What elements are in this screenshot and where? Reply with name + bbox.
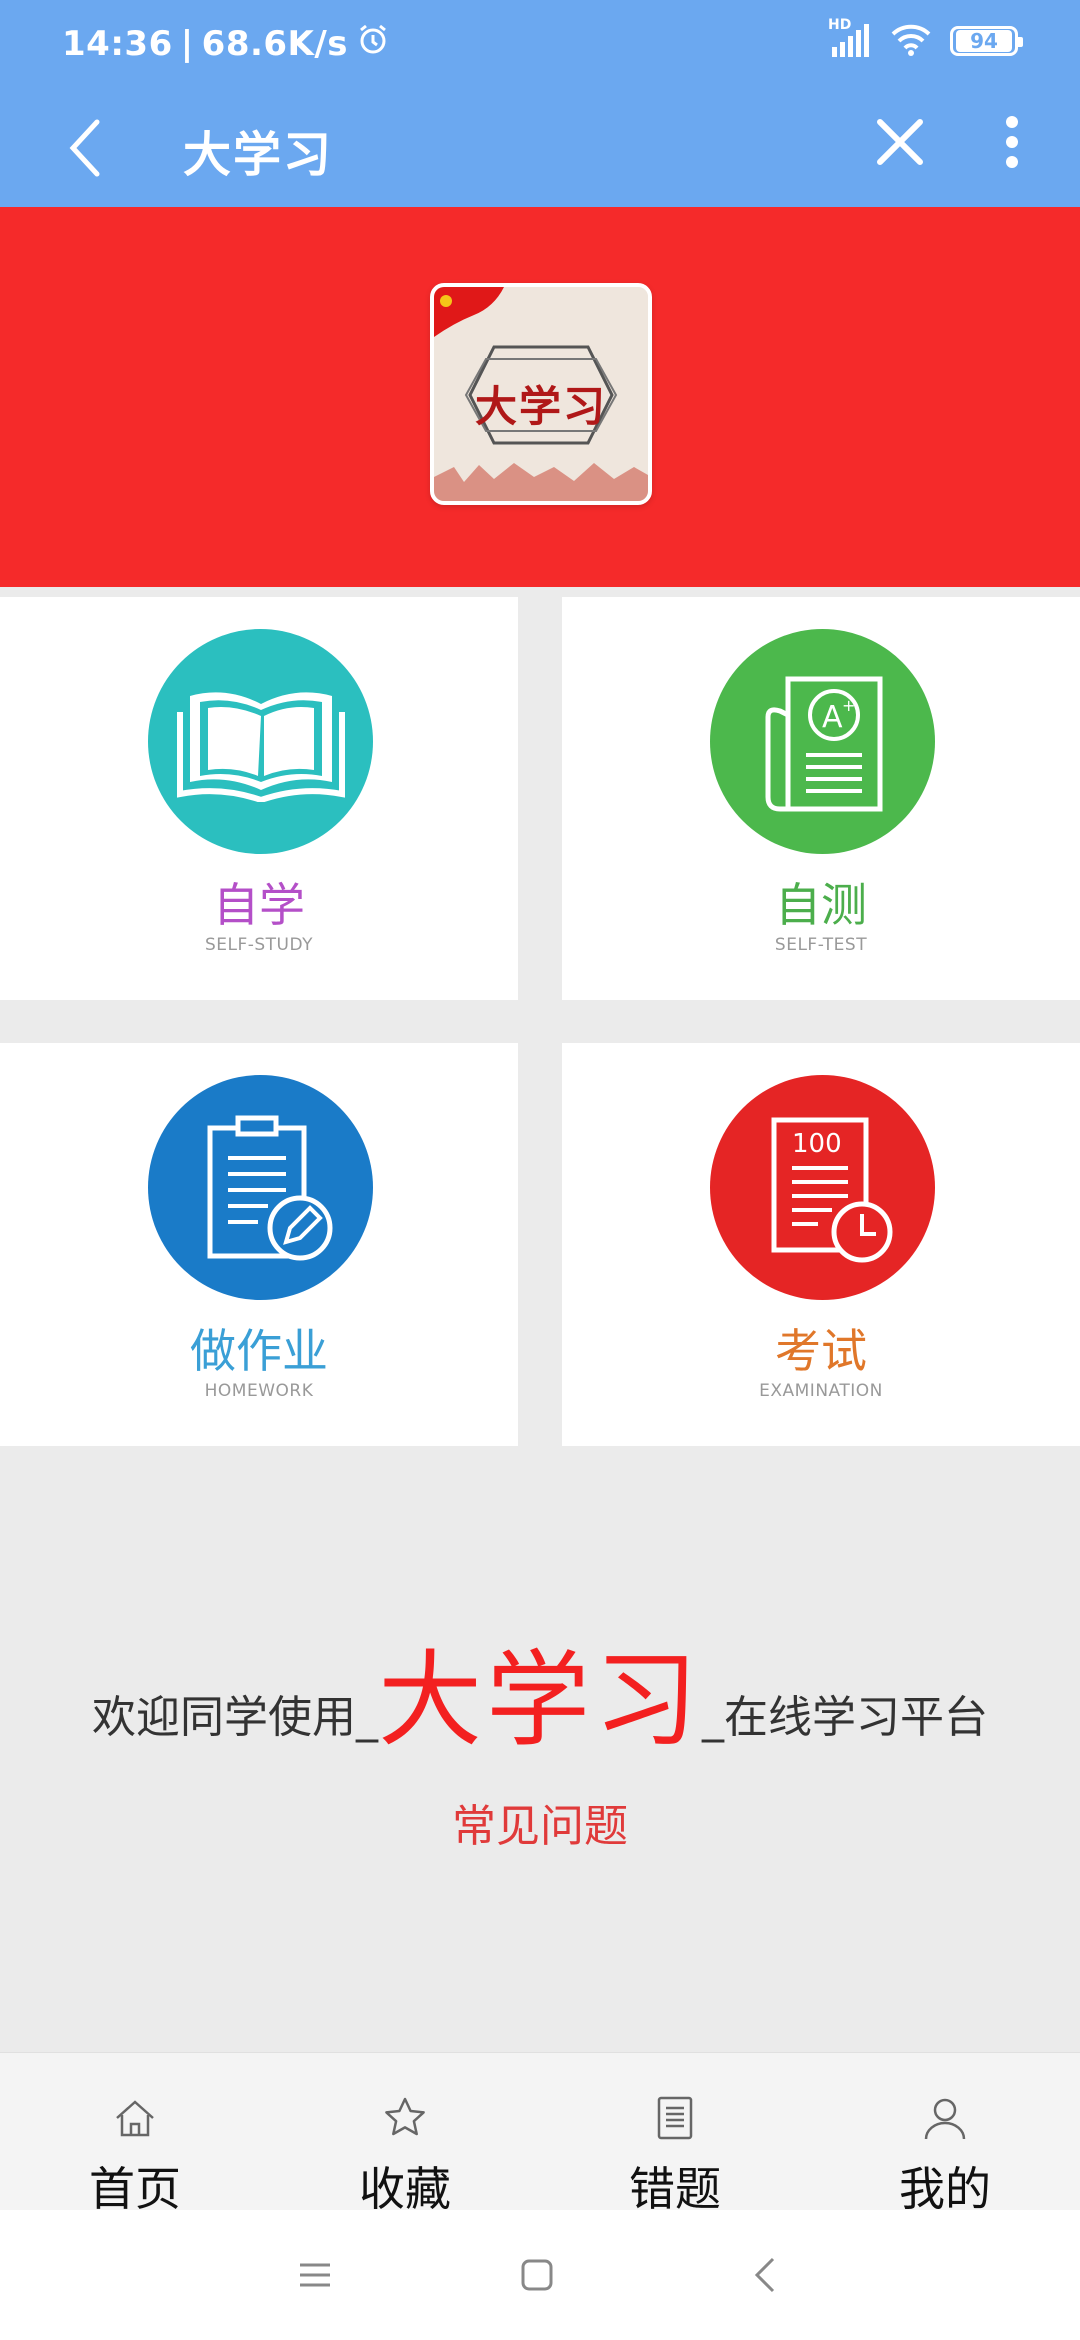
more-vertical-icon — [1006, 116, 1018, 168]
welcome-brand: 大学习 — [377, 1639, 702, 1761]
battery-icon: 94 — [950, 26, 1023, 56]
tab-profile[interactable]: 我的 — [810, 2053, 1080, 2216]
tile-circle — [148, 1075, 373, 1300]
tab-favorites[interactable]: 收藏 — [270, 2053, 540, 2216]
tile-label: 做作业 — [190, 1324, 328, 1378]
status-right: HD 94 — [828, 17, 1023, 60]
top-bar: 14:36 | 68.6K/s HD 94 大学习 — [0, 0, 1080, 207]
status-bar: 14:36 | 68.6K/s HD 94 — [0, 0, 1080, 90]
welcome-message: 欢迎同学使用_大学习_在线学习平台 — [0, 1615, 1080, 1766]
app-bar: 大学习 — [0, 95, 1080, 207]
tile-label: 自学 — [213, 878, 305, 932]
more-options-button[interactable] — [990, 107, 1034, 177]
faq-link[interactable]: 常见问题 — [0, 1790, 1080, 1854]
tile-sublabel: SELF-STUDY — [204, 935, 314, 955]
welcome-suffix: _在线学习平台 — [702, 1692, 988, 1743]
tile-circle: 100 — [710, 1075, 935, 1300]
close-icon — [877, 119, 923, 165]
wifi-icon — [890, 22, 932, 60]
clipboard-edit-icon — [207, 1115, 332, 1260]
exam-score: 100 — [792, 1129, 842, 1159]
menu-nav-button[interactable] — [290, 2250, 340, 2300]
status-speed: 68.6K/s — [201, 23, 349, 64]
tile-self-study[interactable]: 自学 SELF-STUDY — [0, 597, 518, 1000]
network-type: HD — [828, 17, 852, 33]
tile-self-test[interactable]: A + 自测 SELF-TEST — [562, 597, 1080, 1000]
test-paper-icon: A + — [765, 676, 882, 811]
status-left: 14:36 | 68.6K/s — [62, 22, 390, 65]
welcome-prefix: 欢迎同学使用_ — [91, 1692, 378, 1743]
tile-sublabel: HOMEWORK — [204, 1381, 314, 1401]
banner: 大学习 — [0, 207, 1080, 587]
back-nav-button[interactable] — [740, 2250, 790, 2300]
square-icon — [521, 2259, 553, 2291]
svg-text:+: + — [842, 696, 855, 715]
page-title: 大学习 — [183, 127, 334, 183]
home-icon — [110, 2093, 160, 2143]
svg-text:A: A — [822, 700, 843, 735]
battery-level: 94 — [956, 29, 1012, 53]
book-icon — [176, 691, 345, 802]
document-icon — [650, 2093, 700, 2143]
app-logo: 大学习 — [430, 283, 652, 505]
tile-homework[interactable]: 做作业 HOMEWORK — [0, 1043, 518, 1446]
tile-examination[interactable]: 100 考试 EXAMINATION — [562, 1043, 1080, 1446]
tile-label: 考试 — [775, 1324, 867, 1378]
back-triangle-icon — [754, 2257, 775, 2293]
exam-clock-icon: 100 — [771, 1117, 892, 1262]
system-navigation-bar — [0, 2210, 1080, 2340]
home-nav-button[interactable] — [512, 2250, 562, 2300]
tile-sublabel: SELF-TEST — [774, 935, 868, 955]
menu-icon — [300, 2263, 330, 2287]
back-button[interactable] — [55, 113, 115, 183]
tile-sublabel: EXAMINATION — [759, 1381, 883, 1401]
person-icon — [920, 2093, 970, 2143]
status-time: 14:36 — [62, 23, 173, 64]
chevron-left-icon — [69, 119, 100, 177]
logo-text: 大学习 — [474, 382, 607, 431]
signal-icon: HD — [828, 17, 872, 59]
tile-circle: A + — [710, 629, 935, 854]
alarm-icon — [356, 22, 390, 65]
bottom-tab-bar: 首页 收藏 错题 我的 — [0, 2052, 1080, 2216]
close-button[interactable] — [865, 107, 935, 177]
tab-mistakes[interactable]: 错题 — [540, 2053, 810, 2216]
tile-circle — [148, 629, 373, 854]
tile-label: 自测 — [775, 878, 867, 932]
tab-home[interactable]: 首页 — [0, 2053, 270, 2216]
star-icon — [380, 2093, 430, 2143]
